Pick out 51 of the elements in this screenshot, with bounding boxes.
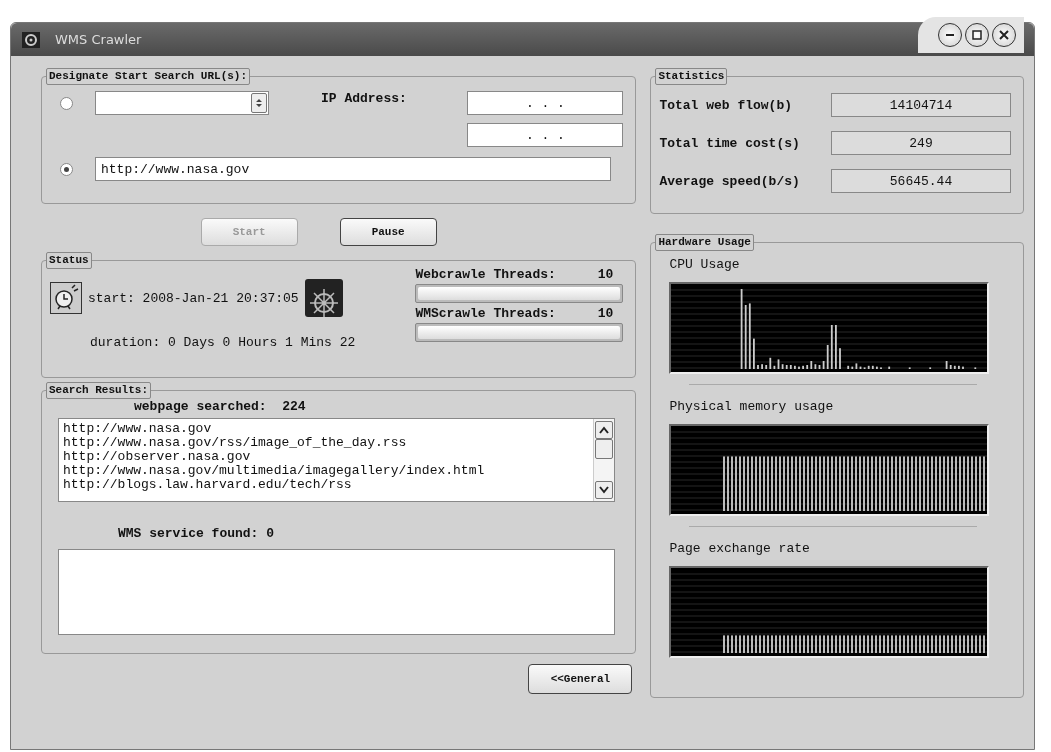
- url-dropdown[interactable]: [95, 91, 269, 115]
- wms-found-text: WMS service found: 0: [118, 526, 276, 541]
- graph-title: Physical memory usage: [669, 399, 835, 414]
- spinner-icon: [251, 93, 267, 113]
- stat-label: Total time cost(s): [659, 135, 800, 151]
- url-list-item[interactable]: http://observer.nasa.gov: [63, 450, 590, 464]
- window-title: WMS Crawler: [55, 32, 143, 47]
- radio-button[interactable]: [60, 96, 73, 110]
- scroll-up-icon[interactable]: [595, 421, 614, 439]
- ship-wheel-icon: [304, 279, 343, 317]
- stat-value-field: 14104714: [831, 93, 1011, 117]
- square-icon: [972, 29, 982, 40]
- threads-count: 10: [597, 306, 614, 321]
- group-title: Search Results:: [46, 382, 152, 399]
- minimize-button[interactable]: [938, 22, 962, 47]
- url-list-item[interactable]: http://www.nasa.gov/rss/image_of_the_day.rss: [63, 436, 590, 450]
- ip-address-label: IP Address:: [321, 91, 407, 106]
- stat-value-field: 249: [831, 131, 1011, 155]
- url-list-item[interactable]: http://www.nasa.gov/multimedia/imagegallery/index.html: [63, 464, 590, 478]
- wms-service-list[interactable]: [58, 549, 616, 635]
- duration-text: duration: 0 Days 0 Hours 1 Mins 22: [90, 335, 357, 350]
- general-button[interactable]: <<General: [528, 664, 633, 694]
- url-list-item[interactable]: http://blogs.law.harvard.edu/tech/rss: [63, 478, 590, 492]
- stat-label: Total web flow(b): [659, 97, 792, 113]
- pages-searched-text: webpage searched: 224: [134, 399, 307, 414]
- threads-label: Webcrawle Threads:: [415, 267, 556, 282]
- app-icon: [21, 30, 41, 49]
- ip-address-field[interactable]: . . .: [467, 123, 624, 147]
- stat-value-field: 56645.44: [831, 169, 1011, 193]
- threads-label: WMScrawle Threads:: [415, 306, 556, 321]
- ip-address-field[interactable]: . . .: [467, 91, 624, 115]
- scroll-down-icon[interactable]: [595, 481, 614, 499]
- radio-button[interactable]: [60, 162, 73, 176]
- maximize-button[interactable]: [965, 22, 989, 47]
- url-list[interactable]: http://www.nasa.gov http://www.nasa.gov/rss/image_of_the_day.rss http://observer.nasa.gov http://www.nasa.gov/multimedia/imagegallery/index.html http://blogs.law.harvard.edu/tech/rss: [58, 418, 616, 502]
- start-time-text: start: 2008-Jan-21 20:37:05: [88, 290, 299, 306]
- close-button[interactable]: [992, 22, 1016, 47]
- graph-title: CPU Usage: [669, 257, 741, 272]
- threads-count: 10: [597, 267, 614, 282]
- alarm-clock-icon: [50, 282, 82, 314]
- group-title: Designate Start Search URL(s):: [46, 68, 251, 85]
- scroll-thumb[interactable]: [595, 439, 614, 459]
- url-field[interactable]: http://www.nasa.gov: [95, 157, 611, 181]
- url-list-item[interactable]: http://www.nasa.gov: [63, 422, 590, 436]
- stat-label: Average speed(b/s): [659, 173, 800, 189]
- group-title: Hardware Usage: [655, 234, 754, 251]
- group-title: Status: [46, 252, 92, 269]
- group-title: Statistics: [655, 68, 728, 85]
- x-icon: [999, 29, 1009, 40]
- pause-button[interactable]: Pause: [339, 218, 437, 246]
- graph-title: Page exchange rate: [669, 541, 811, 556]
